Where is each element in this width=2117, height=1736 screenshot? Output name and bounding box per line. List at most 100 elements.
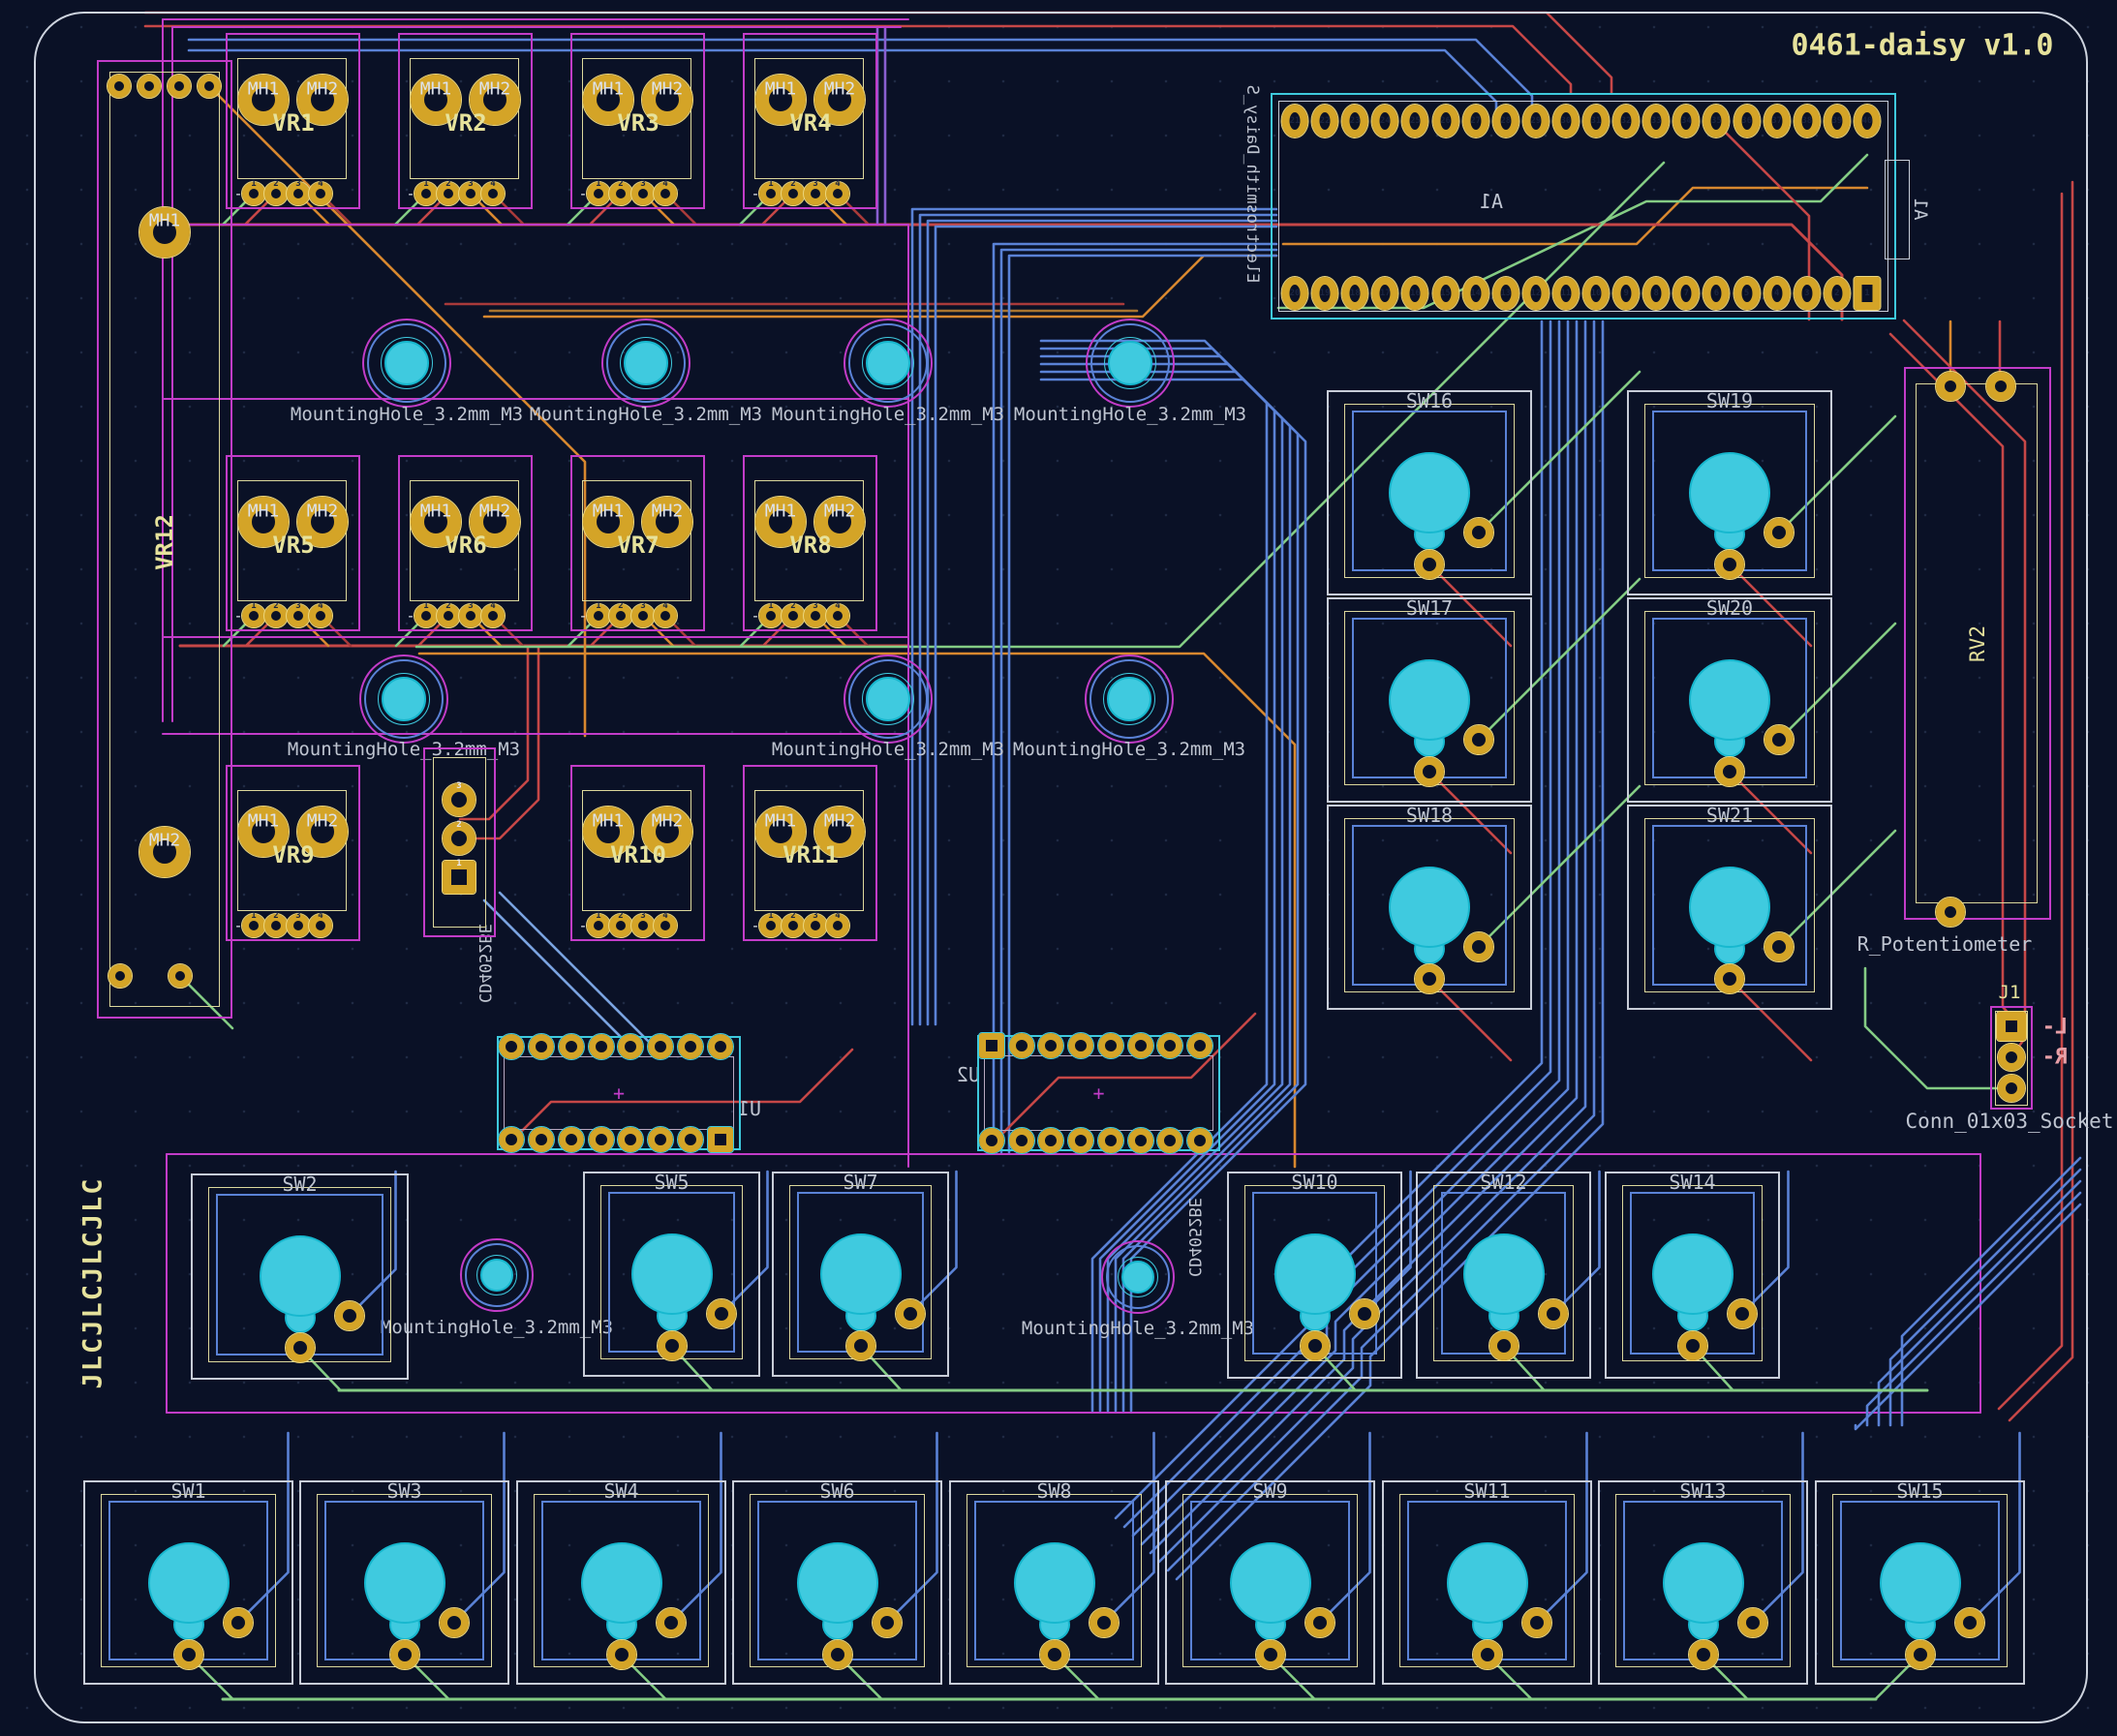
switch-sw1-plunger-hole[interactable] [148, 1542, 230, 1624]
switch-sw14-pad-2[interactable] [1728, 1299, 1757, 1328]
switch-ref-label-sw1[interactable]: SW1 [170, 1479, 205, 1503]
vr-ref-label-vr9[interactable]: VR9 [272, 841, 314, 868]
vr-ref-label-vr3[interactable]: VR3 [617, 109, 659, 137]
u1-ref-label[interactable]: U1 [738, 1097, 761, 1120]
switch-sw5-pad-1[interactable] [658, 1331, 687, 1360]
vr12-pad-4[interactable] [198, 75, 221, 98]
switch-sw13-plunger-hole[interactable] [1663, 1542, 1744, 1624]
switch-sw8-pad-1[interactable] [1040, 1640, 1069, 1669]
j1-value-label[interactable]: Conn_01x03_Socket [1906, 1110, 2114, 1133]
u1-socket-pad-bottom-2[interactable] [529, 1127, 554, 1152]
switch-sw19-pad-1[interactable] [1715, 550, 1744, 579]
mounting-hole-drill[interactable] [624, 341, 668, 385]
switch-sw3-pad-2[interactable] [440, 1608, 469, 1637]
u1-socket-pad-bottom-8[interactable] [708, 1127, 733, 1152]
switch-sw10-pad-1[interactable] [1301, 1331, 1330, 1360]
switch-sw21-pad-2[interactable] [1764, 932, 1794, 961]
switch-ref-label-sw12[interactable]: SW12 [1480, 1171, 1526, 1194]
switch-sw10-pad-2[interactable] [1350, 1299, 1379, 1328]
switch-sw20-plunger-hole[interactable] [1689, 659, 1770, 741]
u2-socket-pad-top-8[interactable] [1187, 1033, 1212, 1058]
switch-sw16-pad-2[interactable] [1464, 518, 1493, 547]
switch-sw8-pad-2[interactable] [1089, 1608, 1119, 1637]
switch-sw17-plunger-hole[interactable] [1389, 659, 1470, 741]
switch-sw4-pad-2[interactable] [657, 1608, 686, 1637]
u2-socket-pad-bottom-8[interactable] [1187, 1128, 1212, 1153]
vr12-pad-6[interactable] [169, 964, 192, 988]
u1-socket-pad-top-1[interactable] [499, 1034, 524, 1059]
switch-ref-label-sw16[interactable]: SW16 [1406, 389, 1453, 412]
switch-sw7-plunger-hole[interactable] [820, 1233, 902, 1315]
j1-ref-label[interactable]: J1 [1999, 982, 2021, 1003]
switch-sw9-pad-1[interactable] [1256, 1640, 1285, 1669]
switch-sw15-pad-1[interactable] [1906, 1640, 1935, 1669]
switch-sw9-pad-2[interactable] [1305, 1608, 1335, 1637]
switch-sw17-pad-1[interactable] [1415, 757, 1444, 786]
mounting-hole-drill[interactable] [382, 677, 426, 721]
switch-sw20-pad-2[interactable] [1764, 725, 1794, 754]
vr12-pad-2[interactable] [138, 75, 161, 98]
switch-ref-label-sw21[interactable]: SW21 [1706, 804, 1753, 827]
switch-ref-label-sw10[interactable]: SW10 [1291, 1171, 1337, 1194]
switch-sw18-pad-1[interactable] [1415, 964, 1444, 993]
switch-sw8-plunger-hole[interactable] [1014, 1542, 1095, 1624]
rv2-pad-3[interactable] [1936, 898, 1965, 927]
switch-sw2-pad-2[interactable] [335, 1301, 364, 1330]
switch-ref-label-sw5[interactable]: SW5 [654, 1171, 689, 1194]
switch-sw14-pad-1[interactable] [1678, 1331, 1707, 1360]
switch-ref-label-sw14[interactable]: SW14 [1669, 1171, 1715, 1194]
switch-sw12-plunger-hole[interactable] [1463, 1233, 1545, 1315]
switch-ref-label-sw2[interactable]: SW2 [282, 1173, 317, 1196]
switch-sw5-plunger-hole[interactable] [631, 1233, 713, 1315]
u2-socket-pad-top-1[interactable] [979, 1033, 1004, 1058]
u1-socket-pad-bottom-5[interactable] [618, 1127, 643, 1152]
rv2-pad-2[interactable] [1986, 372, 2015, 401]
switch-ref-label-sw13[interactable]: SW13 [1679, 1479, 1726, 1503]
switch-ref-label-sw20[interactable]: SW20 [1706, 596, 1753, 620]
u1-socket-pad-top-8[interactable] [708, 1034, 733, 1059]
switch-sw11-plunger-hole[interactable] [1447, 1542, 1528, 1624]
vr-ref-label-vr11[interactable]: VR11 [782, 841, 839, 868]
switch-sw21-pad-1[interactable] [1715, 964, 1744, 993]
mounting-hole-drill[interactable] [1121, 1261, 1154, 1294]
mounting-hole-drill[interactable] [1107, 677, 1151, 721]
vr12-pad-3[interactable] [168, 75, 191, 98]
u2-socket-pad-bottom-2[interactable] [1009, 1128, 1034, 1153]
switch-sw17-pad-2[interactable] [1464, 725, 1493, 754]
switch-sw20-pad-1[interactable] [1715, 757, 1744, 786]
switch-ref-label-sw11[interactable]: SW11 [1463, 1479, 1510, 1503]
mounting-hole-drill[interactable] [480, 1259, 513, 1292]
switch-ref-label-sw17[interactable]: SW17 [1406, 596, 1453, 620]
switch-sw6-pad-1[interactable] [823, 1640, 852, 1669]
switch-sw19-pad-2[interactable] [1764, 518, 1794, 547]
vr12-pad-5[interactable] [108, 964, 132, 988]
switch-sw5-pad-2[interactable] [707, 1299, 736, 1328]
rv2-pad-1[interactable] [1936, 372, 1965, 401]
u2-socket-pad-bottom-5[interactable] [1098, 1128, 1123, 1153]
switch-sw1-pad-2[interactable] [224, 1608, 253, 1637]
u2-socket-pad-bottom-3[interactable] [1038, 1128, 1063, 1153]
j1-pad-3[interactable] [1998, 1075, 2025, 1102]
switch-sw12-pad-1[interactable] [1489, 1331, 1519, 1360]
switch-sw4-pad-1[interactable] [607, 1640, 636, 1669]
switch-ref-label-sw9[interactable]: SW9 [1252, 1479, 1287, 1503]
u2-socket-pad-bottom-1[interactable] [979, 1128, 1004, 1153]
switch-ref-label-sw3[interactable]: SW3 [386, 1479, 421, 1503]
switch-sw2-plunger-hole[interactable] [260, 1235, 341, 1317]
switch-sw2-pad-1[interactable] [286, 1333, 315, 1362]
u2-socket-pad-bottom-7[interactable] [1157, 1128, 1182, 1153]
vr-ref-label-vr4[interactable]: VR4 [789, 109, 831, 137]
u2-socket-pad-top-2[interactable] [1009, 1033, 1034, 1058]
switch-sw15-plunger-hole[interactable] [1880, 1542, 1961, 1624]
u1-socket-pad-top-6[interactable] [648, 1034, 673, 1059]
switch-ref-label-sw7[interactable]: SW7 [843, 1171, 877, 1194]
switch-sw14-plunger-hole[interactable] [1652, 1233, 1733, 1315]
vr12-pad-1[interactable] [107, 75, 131, 98]
switch-sw3-pad-1[interactable] [390, 1640, 419, 1669]
vr-ref-label-vr7[interactable]: VR7 [617, 532, 659, 559]
vr-ref-label-vr2[interactable]: VR2 [445, 109, 486, 137]
u2-socket-pad-top-3[interactable] [1038, 1033, 1063, 1058]
u2-value-label[interactable]: CD4052BE [1184, 1198, 1204, 1277]
u1-socket-pad-top-2[interactable] [529, 1034, 554, 1059]
u2-socket-pad-top-7[interactable] [1157, 1033, 1182, 1058]
